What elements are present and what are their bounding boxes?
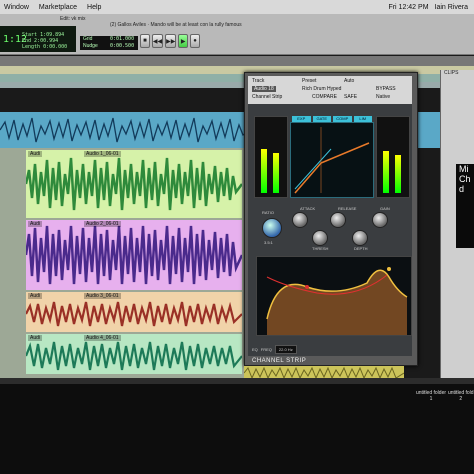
folder-number: 1 (429, 396, 433, 402)
dynamics-curve (294, 127, 370, 194)
waveform (25, 301, 243, 327)
region-clip-name: Audio 1_06-01 (84, 151, 121, 157)
eq-curve (266, 267, 408, 335)
eq-label: EQ (252, 346, 258, 352)
plugin-name[interactable]: Channel Strip (252, 94, 282, 100)
audio-region[interactable]: Audi Audio 3_06-01 (25, 292, 243, 332)
native-label: Native (376, 94, 391, 100)
top-waveform (0, 117, 251, 143)
folder-number: 2 (459, 396, 463, 402)
hud-line: Mi (459, 164, 469, 174)
ratio-label: RATIO (262, 210, 274, 215)
audio-region[interactable]: Audi Audio 2_06-01 (24, 220, 244, 290)
desktop-folder[interactable]: untitled folder 1 (416, 390, 446, 402)
nudge-value[interactable]: 0:00.500 (110, 43, 138, 50)
eq-footer: EQ FREQ 22.0 Hz (252, 344, 408, 354)
grid-nudge-values[interactable]: 0:01.000 0:00.500 (110, 36, 138, 50)
eq-graph[interactable] (256, 256, 412, 336)
ratio-value: 3.5:1 (264, 240, 273, 245)
release-label: RELEASE (338, 206, 357, 211)
overlay-hud: Mi Ch d (456, 164, 474, 248)
region-name: Audi (28, 335, 43, 341)
thresh-label: THRESH (312, 246, 329, 251)
selection-times: Start 1:09.894 End 2:00.994 Length 0:00.… (22, 32, 67, 50)
preset-name[interactable]: Rich Drum Hyped (302, 86, 341, 92)
waveform (24, 157, 243, 211)
ratio-knob[interactable] (262, 218, 282, 238)
tab-track[interactable]: Track (252, 78, 264, 84)
track-select[interactable]: Audio 18 (252, 86, 276, 92)
mac-menubar: Window Marketplace Help Fri 12:42 PM Iai… (0, 0, 474, 14)
freq-value[interactable]: 22.0 Hz (274, 344, 297, 354)
top-audio-track[interactable] (0, 112, 251, 148)
plugin-header: Track Preset Auto Audio 18 Rich Drum Hyp… (248, 76, 412, 104)
waveform (24, 341, 243, 371)
thresh-knob[interactable] (312, 230, 328, 246)
desktop-background (0, 384, 474, 474)
audio-region[interactable]: Audi Audio 1_06-01 (24, 150, 243, 218)
user-name[interactable]: Iain Rivera (435, 4, 468, 11)
desktop-folder[interactable]: untitled fold 2 (448, 390, 474, 402)
freq-label: FREQ (260, 346, 272, 352)
region-name: Audi (28, 293, 43, 299)
region-name: Audi (28, 151, 43, 157)
attack-knob[interactable] (292, 212, 308, 228)
fast-forward-button[interactable]: ▶▶ (165, 34, 177, 48)
session-title: Edit: vk mix (60, 16, 86, 22)
menu-marketplace[interactable]: Marketplace (39, 4, 77, 11)
region-clip-name: Audio 3_06-01 (84, 293, 121, 299)
grid-value[interactable]: 0:01.000 (110, 36, 138, 43)
window-title: (2) Gallos Aviles · Mando will be at lea… (110, 22, 242, 28)
length-value[interactable]: 0:00.000 (43, 44, 67, 50)
stop-button[interactable]: ■ (140, 34, 150, 48)
hud-line: Ch (459, 174, 471, 184)
waveform (24, 225, 244, 285)
dynamics-graph[interactable] (290, 122, 374, 198)
output-meter (376, 116, 410, 198)
attack-label: ATTACK (300, 206, 316, 211)
timeline-ruler[interactable] (0, 56, 474, 66)
length-label: Length (22, 44, 41, 50)
region-clip-name: Audio 4_06-01 (84, 335, 121, 341)
clock: Fri 12:42 PM (388, 3, 429, 11)
gain-knob[interactable] (372, 212, 388, 228)
region-clip-name: Audio 2_06-01 (84, 221, 121, 227)
audio-region[interactable]: Audi Audio 4_06-01 (24, 334, 243, 374)
compare-button[interactable]: COMPARE (312, 94, 337, 100)
play-button[interactable]: ▶ (178, 34, 189, 48)
clips-header: CLIPS (444, 70, 459, 76)
gain-label: GAIN (380, 206, 390, 211)
rewind-button[interactable]: ◀◀ (151, 34, 164, 48)
bypass-button[interactable]: BYPASS (376, 86, 396, 92)
menu-help[interactable]: Help (87, 4, 101, 11)
release-knob[interactable] (330, 212, 346, 228)
menu-window[interactable]: Window (4, 4, 29, 11)
region-name: Audi (28, 221, 43, 227)
tab-preset[interactable]: Preset (302, 78, 316, 84)
depth-label: DEPTH (354, 246, 368, 251)
transport-controls: ■ ◀◀ ▶▶ ▶ ● (140, 34, 200, 50)
input-meter (254, 116, 288, 198)
record-button[interactable]: ● (190, 34, 200, 48)
tab-auto[interactable]: Auto (344, 78, 354, 84)
hud-line: d (459, 184, 465, 194)
depth-knob[interactable] (352, 230, 368, 246)
channel-strip-label: CHANNEL STRIP (252, 358, 307, 364)
safe-button[interactable]: SAFE (344, 94, 357, 100)
